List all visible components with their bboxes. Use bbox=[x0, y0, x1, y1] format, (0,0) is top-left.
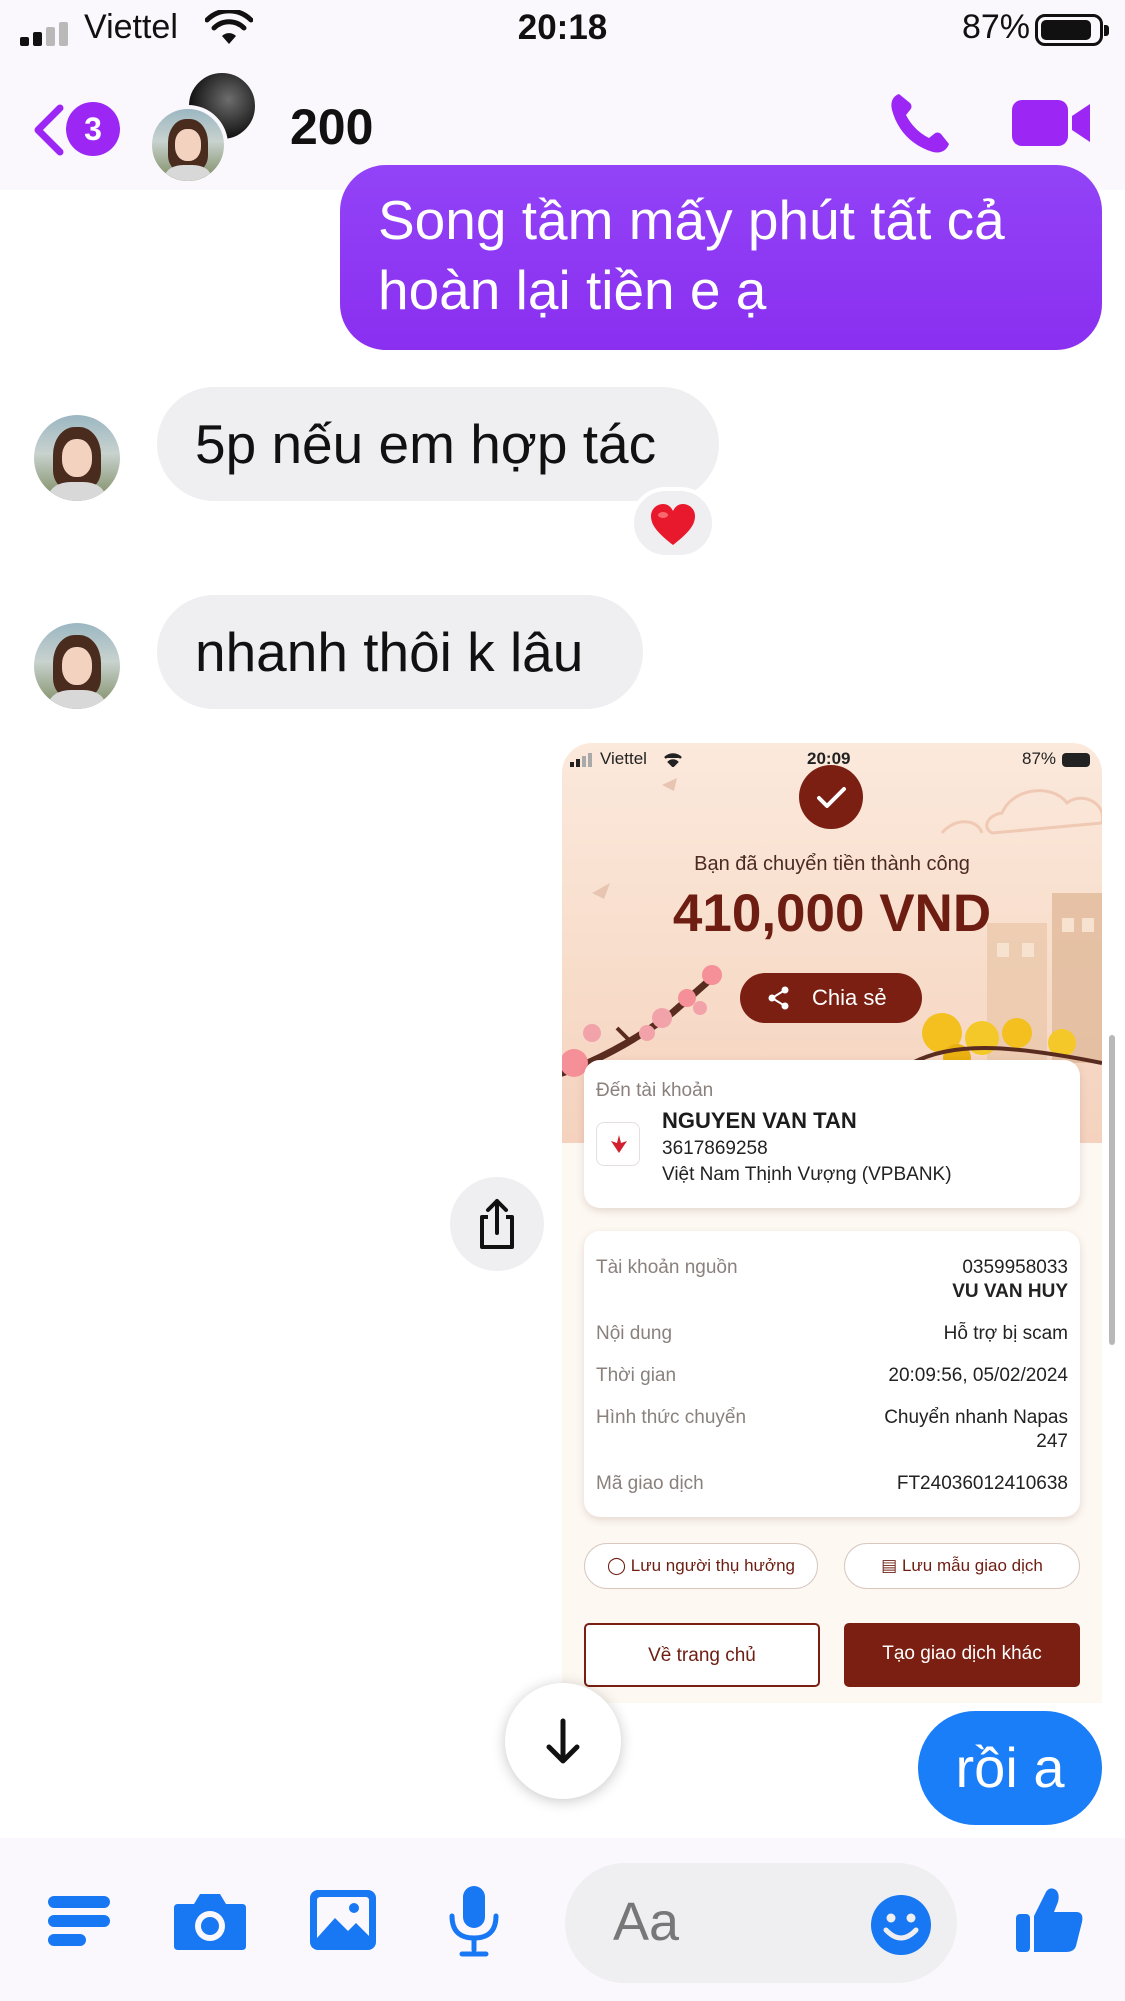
user-icon: ◯ bbox=[607, 1556, 627, 1575]
arrow-down-icon bbox=[546, 1718, 580, 1764]
incoming-message-bubble[interactable]: 5p nếu em hợp tác bbox=[157, 387, 719, 501]
message-composer: Aa bbox=[0, 1838, 1125, 2001]
receipt-carrier: Viettel bbox=[600, 749, 647, 768]
chat-title[interactable]: 200 bbox=[290, 98, 373, 156]
vpbank-logo bbox=[596, 1122, 640, 1166]
content-value: Hỗ trợ bị scam bbox=[943, 1323, 1068, 1344]
transfer-success-text: Bạn đã chuyển tiền thành công bbox=[694, 853, 970, 875]
transaction-id-label: Mã giao dịch bbox=[596, 1473, 704, 1494]
image-icon[interactable] bbox=[308, 1888, 378, 1952]
recipient-card: Đến tài khoản NGUYEN VAN TAN 3617869258 … bbox=[584, 1060, 1080, 1208]
signal-icon bbox=[570, 753, 592, 767]
recipient-label: Đến tài khoản bbox=[596, 1080, 714, 1101]
battery-icon bbox=[1035, 14, 1109, 46]
microphone-icon[interactable] bbox=[446, 1884, 502, 1958]
source-account-name: VU VAN HUY bbox=[952, 1281, 1068, 1302]
emoji-icon[interactable] bbox=[870, 1894, 932, 1956]
outgoing-message-bubble[interactable]: rồi a bbox=[918, 1711, 1102, 1825]
transaction-details-card: Tài khoản nguồn 0359958033 VU VAN HUY Nộ… bbox=[584, 1231, 1080, 1517]
recipient-bank: Việt Nam Thịnh Vượng (VPBANK) bbox=[662, 1164, 952, 1185]
battery-icon bbox=[1062, 753, 1090, 767]
group-avatar-primary[interactable] bbox=[148, 105, 228, 185]
video-camera-icon[interactable] bbox=[1010, 94, 1092, 152]
back-chevron-icon[interactable] bbox=[28, 102, 68, 158]
content-label: Nội dung bbox=[596, 1323, 673, 1344]
message-input-placeholder: Aa bbox=[613, 1892, 680, 1952]
scroll-to-bottom-button[interactable] bbox=[505, 1683, 621, 1799]
contact-avatar[interactable] bbox=[34, 623, 120, 709]
recipient-name: NGUYEN VAN TAN bbox=[662, 1108, 857, 1133]
transfer-receipt-image[interactable]: Viettel 20:09 87% Bạn đã chuyển tiền thà… bbox=[562, 743, 1102, 1703]
time-label: Thời gian bbox=[596, 1365, 677, 1386]
save-template-label: Lưu mẫu giao dịch bbox=[901, 1556, 1043, 1575]
share-receipt-button[interactable]: Chia sẻ bbox=[740, 973, 922, 1023]
camera-icon[interactable] bbox=[172, 1890, 248, 1952]
battery-percentage: 87% bbox=[961, 8, 1030, 46]
status-bar: Viettel 20:18 87% bbox=[0, 0, 1125, 60]
source-account-label: Tài khoản nguồn bbox=[596, 1257, 738, 1278]
recipient-account: 3617869258 bbox=[662, 1138, 768, 1159]
menu-icon[interactable] bbox=[46, 1890, 112, 1952]
transfer-amount: 410,000 VND bbox=[672, 884, 992, 943]
clock: 20:18 bbox=[517, 8, 608, 47]
method-label: Hình thức chuyển bbox=[596, 1407, 747, 1428]
success-check-icon bbox=[799, 765, 863, 829]
share-icon bbox=[480, 1199, 514, 1249]
source-account-number: 0359958033 bbox=[962, 1257, 1068, 1278]
method-value: Chuyển nhanh Napas bbox=[884, 1407, 1068, 1428]
unread-count-badge[interactable]: 3 bbox=[66, 102, 120, 156]
message-input[interactable]: Aa bbox=[565, 1863, 957, 1983]
receipt-battery-percentage: 87% bbox=[1022, 749, 1057, 768]
transaction-id-value: FT24036012410638 bbox=[896, 1473, 1068, 1494]
time-value: 20:09:56, 05/02/2024 bbox=[888, 1365, 1068, 1386]
share-receipt-label: Chia sẻ bbox=[812, 985, 887, 1010]
heart-reaction[interactable] bbox=[630, 487, 716, 559]
document-icon: ▤ bbox=[881, 1556, 898, 1575]
thumbs-up-icon[interactable] bbox=[1014, 1884, 1086, 1956]
scrollbar[interactable] bbox=[1109, 1035, 1115, 1345]
share-image-button[interactable] bbox=[450, 1177, 544, 1271]
new-transaction-button[interactable]: Tạo giao dịch khác bbox=[844, 1623, 1080, 1687]
method-value-line-2: 247 bbox=[1036, 1431, 1068, 1452]
share-icon bbox=[768, 986, 789, 1010]
save-beneficiary-label: Lưu người thụ hưởng bbox=[630, 1556, 795, 1575]
save-beneficiary-button[interactable]: ◯ Lưu người thụ hưởng bbox=[584, 1543, 818, 1589]
contact-avatar[interactable] bbox=[34, 415, 120, 501]
phone-icon[interactable] bbox=[885, 88, 955, 158]
home-button[interactable]: Về trang chủ bbox=[584, 1623, 820, 1687]
heart-reaction-icon bbox=[651, 504, 695, 545]
wifi-icon bbox=[664, 753, 682, 767]
incoming-message-bubble[interactable]: nhanh thôi k lâu bbox=[157, 595, 643, 709]
outgoing-message-bubble[interactable]: Song tầm mấy phút tất cả hoàn lại tiền e… bbox=[340, 165, 1102, 350]
save-template-button[interactable]: ▤ Lưu mẫu giao dịch bbox=[844, 1543, 1080, 1589]
